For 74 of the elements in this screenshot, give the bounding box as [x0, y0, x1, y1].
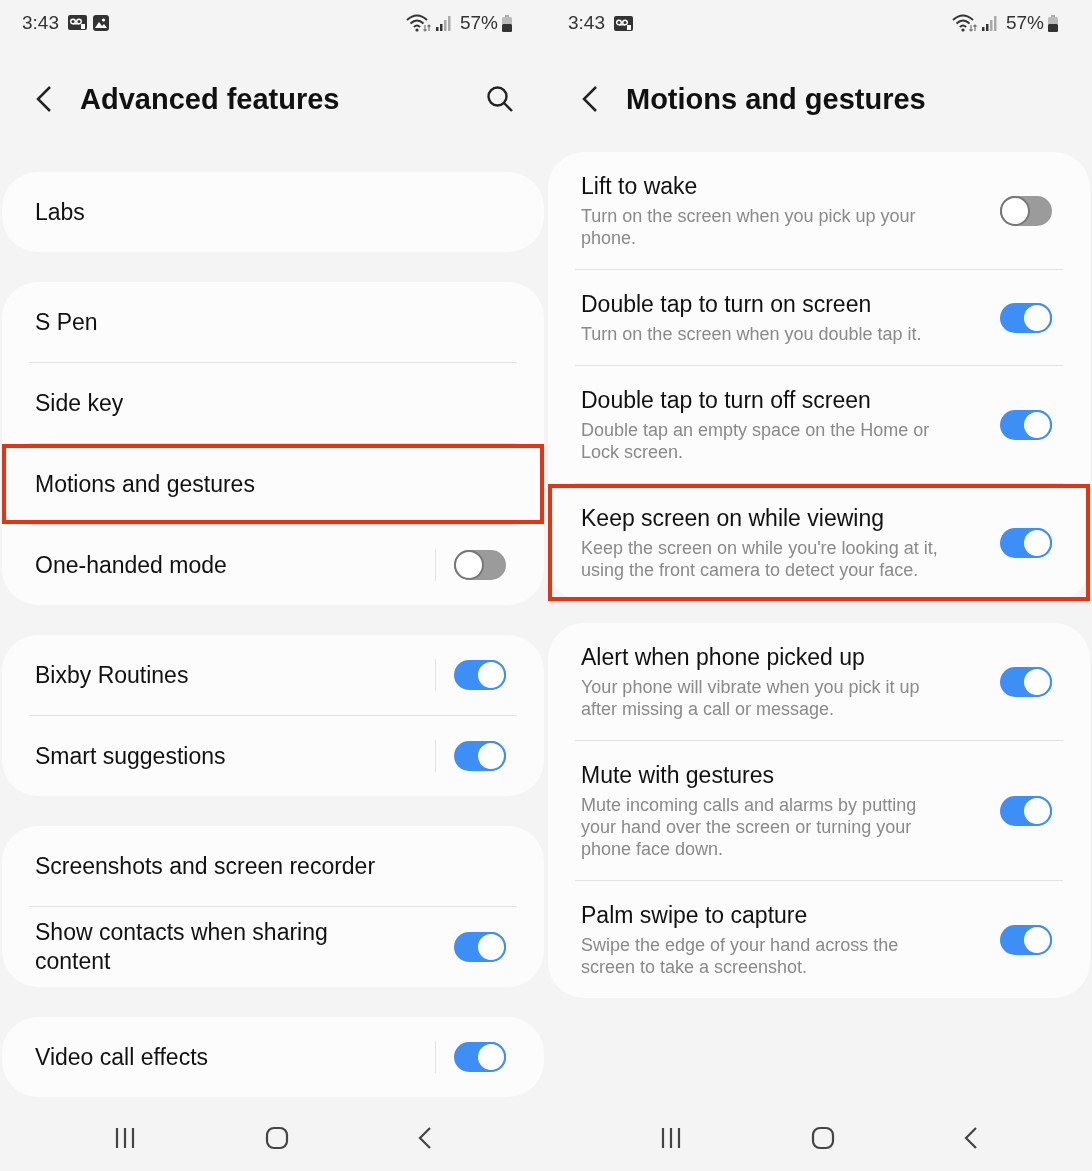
toggle-switch[interactable]: [454, 741, 506, 771]
item-label: Palm swipe to capture: [581, 901, 809, 930]
toggle-switch[interactable]: [1000, 409, 1052, 440]
screen-title: Motions and gestures: [626, 82, 927, 116]
toggle-switch[interactable]: [1000, 666, 1052, 697]
signal-icon: [981, 15, 998, 31]
item-description: Your phone will vibrate when you pick it up after missing a call or message.: [581, 676, 921, 720]
recent-apps-icon[interactable]: [114, 1127, 137, 1149]
back-icon[interactable]: [963, 1127, 978, 1149]
settings-item[interactable]: Side key: [2, 363, 544, 443]
item-label: Video call effects: [35, 1042, 210, 1072]
item-label: Lift to wake: [581, 172, 699, 201]
settings-item[interactable]: Alert when phone picked up Your phone will vibrate when you pick it up after missing a call or message.: [548, 623, 1090, 740]
toggle-switch[interactable]: [454, 932, 506, 962]
battery-icon: [1048, 14, 1058, 32]
settings-item[interactable]: Screenshots and screen recorder: [2, 826, 544, 906]
toggle-switch[interactable]: [454, 660, 506, 690]
item-description: Swipe the edge of your hand across the screen to take a screenshot.: [581, 934, 900, 978]
toggle-switch[interactable]: [1000, 795, 1052, 826]
settings-item[interactable]: Lift to wake Turn on the screen when you pick up your phone.: [548, 152, 1090, 269]
back-icon[interactable]: [417, 1127, 432, 1149]
item-description: Keep the screen on while you're looking at it, using the front camera to detect your face.: [581, 537, 939, 581]
toggle-switch[interactable]: [1000, 924, 1052, 955]
settings-item[interactable]: Labs: [2, 172, 544, 252]
home-icon[interactable]: [265, 1126, 289, 1150]
item-description: Turn on the screen when you pick up your phone.: [581, 205, 917, 249]
toggle-switch[interactable]: [454, 1042, 506, 1072]
item-label: Keep screen on while viewing: [581, 504, 885, 533]
settings-item[interactable]: Palm swipe to capture Swipe the edge of your hand across the screen to take a screenshot.: [548, 881, 1090, 998]
wifi-icon: [405, 14, 432, 32]
item-label: Bixby Routines: [35, 660, 190, 690]
settings-item[interactable]: Smart suggestions: [2, 716, 544, 796]
wifi-icon: [951, 14, 978, 32]
item-label: One-handed mode: [35, 550, 228, 580]
toggle-switch[interactable]: [1000, 302, 1052, 333]
item-label: S Pen: [35, 307, 99, 337]
status-time: 3:43: [568, 12, 605, 34]
recent-apps-icon[interactable]: [660, 1127, 683, 1149]
settings-item[interactable]: Double tap to turn on screen Turn on the screen when you double tap it.: [548, 270, 1090, 365]
item-label: Screenshots and screen recorder: [35, 851, 377, 881]
item-label: Alert when phone picked up: [581, 643, 866, 672]
item-label: Labs: [35, 197, 86, 227]
screen-title: Advanced features: [80, 82, 341, 116]
item-label: Smart suggestions: [35, 741, 227, 771]
settings-item[interactable]: S Pen: [2, 282, 544, 362]
toggle-switch[interactable]: [1000, 527, 1052, 558]
settings-item[interactable]: Show contacts when sharing content: [2, 907, 544, 987]
settings-item[interactable]: One-handed mode: [2, 525, 544, 605]
back-icon[interactable]: [580, 85, 600, 113]
item-label: Side key: [35, 388, 125, 418]
toggle-switch[interactable]: [454, 550, 506, 580]
search-icon[interactable]: [486, 85, 514, 113]
item-description: Turn on the screen when you double tap it.: [581, 323, 923, 345]
settings-item[interactable]: Video call effects: [2, 1017, 544, 1097]
settings-item[interactable]: Motions and gestures: [2, 444, 544, 524]
battery-percentage: 57%: [1005, 12, 1044, 34]
item-label: Double tap to turn on screen: [581, 290, 873, 319]
settings-item[interactable]: Keep screen on while viewing Keep the screen on while you're looking at it, using the front camera to detect your face.: [548, 484, 1090, 601]
home-icon[interactable]: [811, 1126, 835, 1150]
settings-item[interactable]: Double tap to turn off screen Double tap an empty space on the Home or Lock screen.: [548, 366, 1090, 483]
back-icon[interactable]: [34, 85, 54, 113]
signal-icon: [435, 15, 452, 31]
item-label: Mute with gestures: [581, 761, 776, 790]
settings-item[interactable]: Bixby Routines: [2, 635, 544, 715]
status-time: 3:43: [22, 12, 59, 34]
battery-percentage: 57%: [459, 12, 498, 34]
battery-icon: [502, 14, 512, 32]
settings-item[interactable]: Mute with gestures Mute incoming calls and alarms by putting your hand over the screen or turning your phone face down.: [548, 741, 1090, 880]
toggle-switch[interactable]: [1000, 195, 1052, 226]
item-label: Show contacts when sharing content: [35, 918, 329, 976]
item-label: Double tap to turn off screen: [581, 386, 872, 415]
item-label: Motions and gestures: [35, 469, 256, 499]
item-description: Double tap an empty space on the Home or Lock screen.: [581, 419, 931, 463]
item-description: Mute incoming calls and alarms by putting your hand over the screen or turning your phone face down.: [581, 794, 918, 860]
